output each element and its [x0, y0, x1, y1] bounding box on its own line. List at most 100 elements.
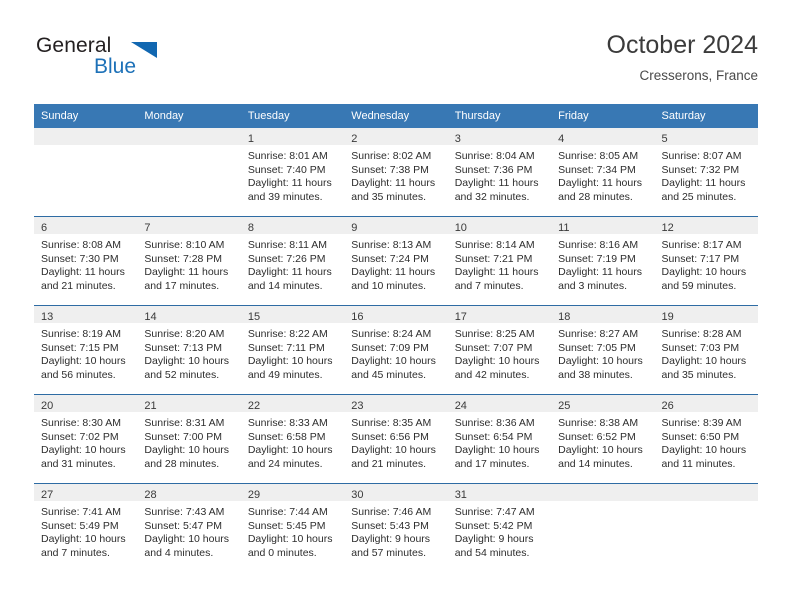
- day-details: Sunrise: 7:41 AM Sunset: 5:49 PM Daylight:…: [34, 501, 137, 560]
- day-number-band: [137, 128, 241, 145]
- day-cell[interactable]: 3 Sunrise: 8:04 AM Sunset: 7:36 PM Daylight…: [447, 128, 552, 216]
- day-number: 15: [247, 311, 261, 323]
- day-details: Sunrise: 8:31 AM Sunset: 7:00 PM Daylight:…: [137, 412, 240, 471]
- sunset-text: Sunset: 7:30 PM: [41, 252, 119, 265]
- sunrise-text: Sunrise: 8:11 AM: [247, 239, 328, 251]
- day-cell[interactable]: 12 Sunrise: 8:17 AM Sunset: 7:17 PM Dayligh…: [654, 217, 758, 305]
- day-cell[interactable]: 31 Sunrise: 7:47 AM Sunset: 5:42 PM Dayligh…: [447, 484, 552, 572]
- day-cell[interactable]: 28 Sunrise: 7:43 AM Sunset: 5:47 PM Dayligh…: [137, 484, 241, 572]
- day-cell[interactable]: 7 Sunrise: 8:10 AM Sunset: 7:28 PM Daylight…: [137, 217, 241, 305]
- daylight-text: Daylight: 9 hours: [351, 533, 431, 546]
- day-details: Sunrise: 8:08 AM Sunset: 7:30 PM Daylight:…: [34, 234, 137, 293]
- daylight-text-cont: and 0 minutes.: [247, 546, 317, 559]
- day-number: 11: [558, 222, 570, 234]
- daylight-text: Daylight: 10 hours: [454, 355, 540, 368]
- daylight-text-cont: and 31 minutes.: [41, 457, 116, 470]
- day-cell[interactable]: 5 Sunrise: 8:07 AM Sunset: 7:32 PM Daylight…: [654, 128, 758, 216]
- page-subtitle: Cresserons, France: [639, 68, 758, 83]
- daylight-text: Daylight: 10 hours: [661, 355, 747, 368]
- weekday-header-saturday: Saturday: [661, 110, 706, 122]
- day-details: Sunrise: 8:35 AM Sunset: 6:56 PM Daylight:…: [344, 412, 447, 471]
- day-cell[interactable]: 1 Sunrise: 8:01 AM Sunset: 7:40 PM Daylight…: [240, 128, 345, 216]
- sunrise-text: Sunrise: 8:10 AM: [144, 239, 225, 251]
- day-cell[interactable]: 15 Sunrise: 8:22 AM Sunset: 7:11 PM Dayligh…: [240, 306, 345, 394]
- day-cell[interactable]: 29 Sunrise: 7:44 AM Sunset: 5:45 PM Dayligh…: [240, 484, 345, 572]
- day-number-band: 19: [654, 306, 758, 323]
- general-blue-logo[interactable]: General Blue: [34, 30, 264, 90]
- day-number-band: 3: [447, 128, 552, 145]
- sunset-text: Sunset: 5:45 PM: [247, 519, 326, 532]
- sunset-text: Sunset: 6:56 PM: [351, 430, 429, 443]
- calendar-weeks: 1 Sunrise: 8:01 AM Sunset: 7:40 PM Daylight…: [34, 128, 758, 572]
- sunrise-text: Sunrise: 8:13 AM: [351, 239, 432, 251]
- calendar-week-row: 13 Sunrise: 8:19 AM Sunset: 7:15 PM Dayligh…: [34, 305, 758, 394]
- daylight-text-cont: and 17 minutes.: [454, 457, 530, 470]
- daylight-text-cont: and 28 minutes.: [558, 190, 633, 203]
- day-details: Sunrise: 8:30 AM Sunset: 7:02 PM Daylight:…: [34, 412, 137, 471]
- day-cell[interactable]: 17 Sunrise: 8:25 AM Sunset: 7:07 PM Dayligh…: [447, 306, 552, 394]
- day-details: Sunrise: 8:24 AM Sunset: 7:09 PM Daylight:…: [344, 323, 447, 382]
- daylight-text-cont: and 56 minutes.: [41, 368, 116, 381]
- day-cell[interactable]: 14 Sunrise: 8:20 AM Sunset: 7:13 PM Dayligh…: [137, 306, 241, 394]
- day-cell[interactable]: 16 Sunrise: 8:24 AM Sunset: 7:09 PM Dayligh…: [344, 306, 448, 394]
- day-number: 29: [247, 489, 261, 501]
- day-cell[interactable]: 9 Sunrise: 8:13 AM Sunset: 7:24 PM Daylight…: [344, 217, 448, 305]
- sunset-text: Sunset: 7:11 PM: [247, 341, 325, 354]
- day-number-band: 22: [240, 395, 345, 412]
- day-cell[interactable]: 22 Sunrise: 8:33 AM Sunset: 6:58 PM Dayligh…: [240, 395, 345, 483]
- day-cell[interactable]: 23 Sunrise: 8:35 AM Sunset: 6:56 PM Dayligh…: [344, 395, 448, 483]
- sunrise-text: Sunrise: 8:16 AM: [558, 239, 639, 251]
- day-details: Sunrise: 8:01 AM Sunset: 7:40 PM Daylight:…: [241, 145, 344, 204]
- day-cell[interactable]: 27 Sunrise: 7:41 AM Sunset: 5:49 PM Dayligh…: [34, 484, 138, 572]
- day-cell[interactable]: 19 Sunrise: 8:28 AM Sunset: 7:03 PM Dayligh…: [654, 306, 758, 394]
- day-number-band: 14: [137, 306, 241, 323]
- daylight-text-cont: and 35 minutes.: [661, 368, 737, 381]
- day-cell[interactable]: 18 Sunrise: 8:27 AM Sunset: 7:05 PM Dayligh…: [551, 306, 655, 394]
- day-number: 19: [661, 311, 674, 323]
- day-details: Sunrise: 7:46 AM Sunset: 5:43 PM Daylight:…: [344, 501, 447, 560]
- day-number-band: 21: [137, 395, 241, 412]
- sunrise-text: Sunrise: 8:14 AM: [454, 239, 535, 251]
- day-cell[interactable]: 21 Sunrise: 8:31 AM Sunset: 7:00 PM Dayligh…: [137, 395, 241, 483]
- sunrise-text: Sunrise: 8:22 AM: [247, 328, 328, 340]
- sunset-text: Sunset: 7:19 PM: [558, 252, 636, 265]
- day-cell[interactable]: 30 Sunrise: 7:46 AM Sunset: 5:43 PM Dayligh…: [344, 484, 448, 572]
- day-number: 9: [351, 222, 358, 234]
- day-cell[interactable]: 26 Sunrise: 8:39 AM Sunset: 6:50 PM Dayligh…: [654, 395, 758, 483]
- day-cell[interactable]: 24 Sunrise: 8:36 AM Sunset: 6:54 PM Dayligh…: [447, 395, 552, 483]
- day-cell-empty: [137, 128, 241, 216]
- day-number: 7: [144, 222, 151, 234]
- daylight-text-cont: and 7 minutes.: [41, 546, 110, 559]
- sunrise-text: Sunrise: 8:38 AM: [558, 417, 639, 429]
- day-number: 24: [454, 400, 467, 412]
- day-cell[interactable]: 6 Sunrise: 8:08 AM Sunset: 7:30 PM Daylight…: [34, 217, 138, 305]
- daylight-text: Daylight: 11 hours: [41, 266, 125, 279]
- day-cell[interactable]: 10 Sunrise: 8:14 AM Sunset: 7:21 PM Dayligh…: [447, 217, 552, 305]
- day-details: Sunrise: 8:02 AM Sunset: 7:38 PM Daylight:…: [344, 145, 447, 204]
- sunset-text: Sunset: 5:42 PM: [454, 519, 533, 532]
- page-header: General Blue October 2024 Cresserons, Fr…: [34, 30, 758, 96]
- day-details: [551, 501, 654, 506]
- day-number: 31: [454, 489, 467, 501]
- day-cell[interactable]: 25 Sunrise: 8:38 AM Sunset: 6:52 PM Dayligh…: [551, 395, 655, 483]
- day-cell[interactable]: 2 Sunrise: 8:02 AM Sunset: 7:38 PM Daylight…: [344, 128, 448, 216]
- daylight-text-cont: and 11 minutes.: [661, 457, 736, 470]
- daylight-text-cont: and 57 minutes.: [351, 546, 426, 559]
- daylight-text: Daylight: 10 hours: [351, 444, 436, 457]
- day-cell[interactable]: 8 Sunrise: 8:11 AM Sunset: 7:26 PM Daylight…: [240, 217, 345, 305]
- daylight-text-cont: and 7 minutes.: [454, 279, 524, 292]
- day-number: 27: [41, 489, 54, 501]
- daylight-text-cont: and 38 minutes.: [558, 368, 633, 381]
- sunset-text: Sunset: 6:58 PM: [247, 430, 326, 443]
- calendar-page: General Blue October 2024 Cresserons, Fr…: [0, 0, 792, 612]
- day-number: 16: [351, 311, 364, 323]
- day-number: 28: [144, 489, 157, 501]
- day-number-band: [34, 128, 138, 145]
- day-cell[interactable]: 20 Sunrise: 8:30 AM Sunset: 7:02 PM Dayligh…: [34, 395, 138, 483]
- daylight-text: Daylight: 10 hours: [144, 355, 230, 368]
- day-number: 1: [247, 133, 254, 145]
- day-cell[interactable]: 13 Sunrise: 8:19 AM Sunset: 7:15 PM Dayligh…: [34, 306, 138, 394]
- day-cell[interactable]: 4 Sunrise: 8:05 AM Sunset: 7:34 PM Daylight…: [551, 128, 655, 216]
- daylight-text-cont: and 45 minutes.: [351, 368, 426, 381]
- day-cell[interactable]: 11 Sunrise: 8:16 AM Sunset: 7:19 PM Dayligh…: [551, 217, 655, 305]
